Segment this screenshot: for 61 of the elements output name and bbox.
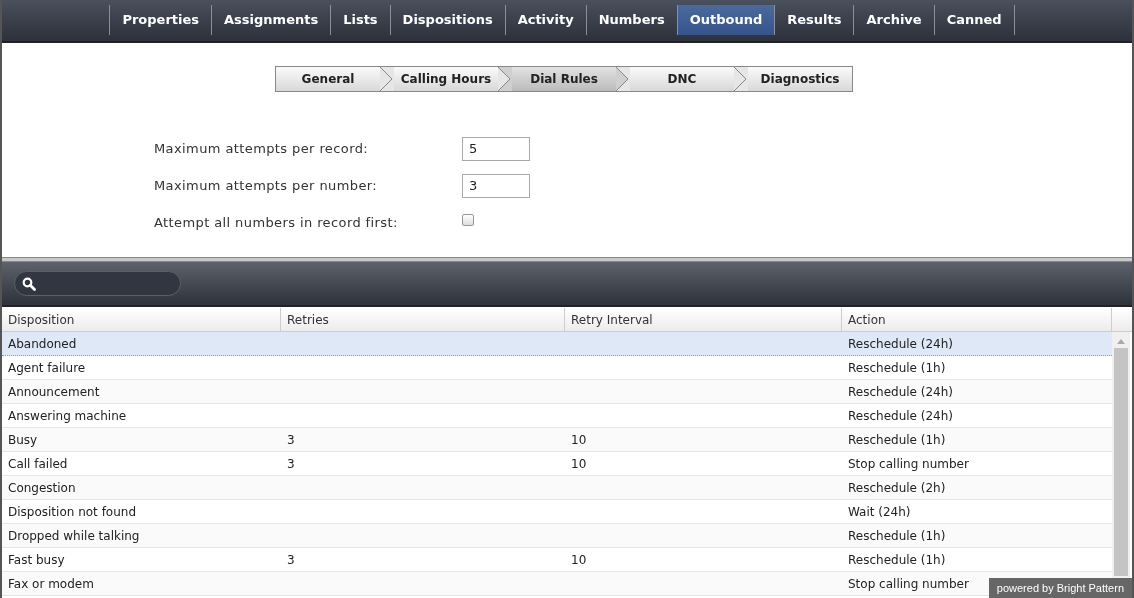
table-cell-text: Answering machine	[8, 407, 127, 425]
column-header[interactable]: Retries	[281, 308, 565, 331]
number-input[interactable]: 5	[462, 136, 530, 161]
table-cell-text: 3	[287, 551, 295, 569]
table-cell-text: 3	[287, 455, 295, 473]
table-cell-text: 10	[571, 455, 587, 473]
nav-tab[interactable]: Numbers	[586, 5, 678, 35]
nav-tab[interactable]: Outbound	[677, 5, 776, 35]
table-cell-text: Congestion	[8, 479, 76, 497]
number-input[interactable]: 3	[462, 173, 530, 198]
table-cell-text: Wait (24h)	[848, 503, 911, 521]
table-cell-text: Fax or modem	[8, 575, 94, 593]
table-cell-text: Announcement	[8, 383, 100, 401]
table-cell-text: Stop calling number	[848, 575, 969, 593]
table-cell-text: Abandoned	[8, 335, 77, 353]
table-cell-text: Agent failure	[8, 359, 86, 377]
table-cell-text: Call failed	[8, 455, 68, 473]
table-cell-text: Reschedule (2h)	[848, 479, 946, 497]
table-cell-text: 10	[571, 431, 587, 449]
column-header[interactable]: Action	[842, 308, 1112, 331]
table-cell-text: Reschedule (1h)	[848, 431, 946, 449]
table-row[interactable]: Abandoned Reschedule (24h)	[2, 332, 1112, 356]
field-label: Attempt all numbers in record first:	[154, 213, 399, 232]
nav-tab[interactable]: Assignments	[212, 5, 332, 35]
table-row[interactable]: Busy 3 10 Reschedule (1h)	[2, 428, 1112, 452]
scroll-up-icon	[1117, 338, 1125, 344]
wizard-step[interactable]: DNC	[630, 67, 734, 91]
nav-tab[interactable]: Activity	[505, 5, 587, 35]
table-cell-text: Reschedule (24h)	[848, 383, 953, 401]
nav-tab[interactable]: Archive	[854, 5, 935, 35]
field-label: Maximum attempts per record:	[154, 139, 370, 158]
table-cell-text: Busy	[8, 431, 38, 449]
nav-tab[interactable]: Lists	[331, 5, 391, 35]
table-cell-text: Reschedule (1h)	[848, 527, 946, 545]
table-cell-text: Reschedule (1h)	[848, 359, 946, 377]
table-cell-text: Disposition not found	[8, 503, 137, 521]
table-row[interactable]: Announcement Reschedule (24h)	[2, 380, 1112, 404]
column-header[interactable]: Retry Interval	[565, 308, 842, 331]
table-cell-text: 10	[571, 551, 587, 569]
wizard-step[interactable]: Dial Rules	[512, 67, 616, 91]
table-cell-text: Dropped while talking	[8, 527, 140, 545]
table-cell-text: Stop calling number	[848, 455, 969, 473]
column-header[interactable]: Disposition	[2, 308, 281, 331]
table-cell-text: Reschedule (24h)	[848, 335, 953, 353]
wizard-step[interactable]: Calling Hours	[394, 67, 498, 91]
nav-tab[interactable]: Properties	[110, 5, 213, 35]
nav-tab[interactable]: Dispositions	[390, 5, 506, 35]
search-icon	[22, 276, 36, 291]
checkbox[interactable]	[462, 213, 474, 226]
table-row[interactable]: Dropped while talking Reschedule (1h)	[2, 524, 1112, 548]
field-label: Maximum attempts per number:	[154, 176, 379, 195]
nav-tab[interactable]: Canned	[934, 5, 1015, 35]
table-cell-text: Reschedule (24h)	[848, 407, 953, 425]
nav-tab[interactable]: Results	[775, 5, 855, 35]
table-row[interactable]: Congestion Reschedule (2h)	[2, 476, 1112, 500]
wizard-step[interactable]: General	[276, 67, 380, 91]
table-cell-text: 3	[287, 431, 295, 449]
search-field[interactable]	[14, 271, 181, 296]
table-cell-text: Reschedule (1h)	[848, 551, 946, 569]
table-cell-text: Fast busy	[8, 551, 65, 569]
wizard-step[interactable]: Diagnostics	[748, 67, 852, 91]
